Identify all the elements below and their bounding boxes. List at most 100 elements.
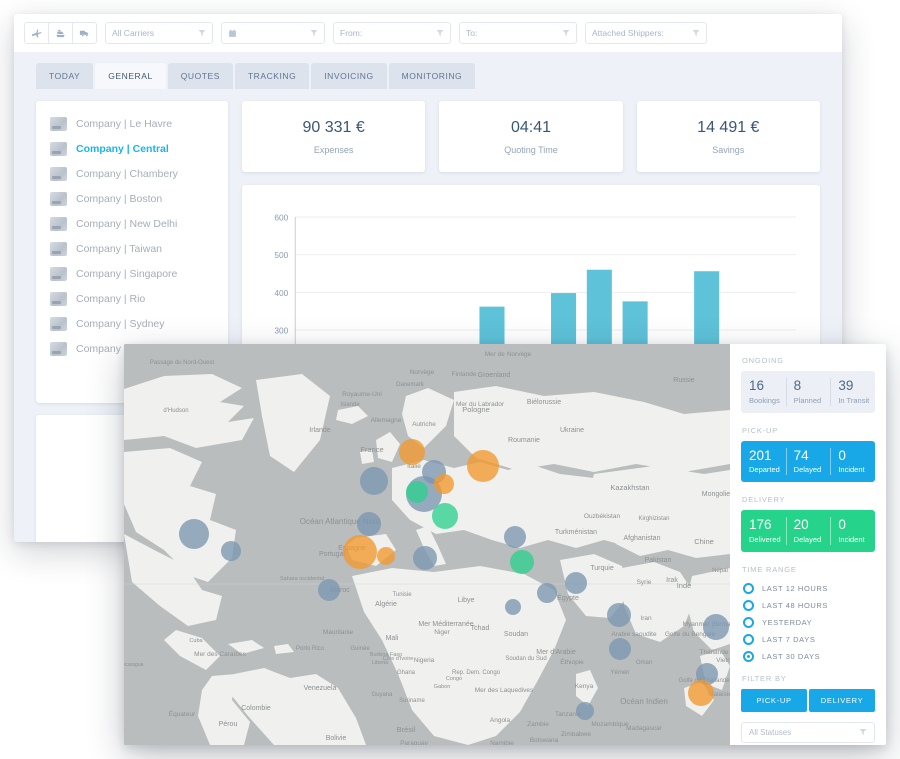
filter-button-delivery[interactable]: DELIVERY [809,689,875,712]
map-label: Biélorussie [527,399,561,406]
map-label: Turkménistan [555,529,597,536]
truck-icon-button[interactable] [72,22,97,44]
list-item[interactable]: Company | Chambery [36,161,228,186]
time-range-label: LAST 48 HOURS [762,601,828,610]
kpi-card: 04:41Quoting Time [439,101,622,172]
map-marker[interactable] [434,474,454,494]
time-range-label: LAST 7 DAYS [762,635,815,644]
funnel-icon [436,29,444,37]
map-marker[interactable] [467,450,499,482]
kpi-value: 04:41 [511,119,551,137]
map-marker[interactable] [504,526,526,548]
map-label: Soudan du Sud [505,656,546,662]
kpi-label: Expenses [314,145,354,155]
tab-monitoring[interactable]: MONITORING [389,63,476,89]
stat-cell: 0Incident [830,510,875,552]
map-marker[interactable] [377,547,395,565]
map-label: Syrie [637,579,652,586]
stat-cell: 176Delivered [741,510,786,552]
ship-icon-button[interactable] [48,22,73,44]
date-filter[interactable] [221,22,325,44]
map-marker[interactable] [221,541,241,561]
map-label: Océan Indien [620,697,668,706]
to-filter[interactable]: To: [459,22,577,44]
map-label: Zimbabwe [561,731,591,738]
time-range-title: TIME RANGE [742,565,875,574]
list-item[interactable]: Company | New Delhi [36,211,228,236]
screenshot-root: All Carriers From: To: Attached Shippers… [0,0,900,759]
list-item[interactable]: Company | Sydney [36,311,228,336]
tab-invoicing[interactable]: INVOICING [311,63,386,89]
map-marker[interactable] [413,546,437,570]
status-select-value: All Statuses [749,728,859,737]
radio-icon[interactable] [743,634,754,645]
time-range-option[interactable]: LAST 12 HOURS [741,580,875,597]
carriers-filter[interactable]: All Carriers [105,22,213,44]
map-marker[interactable] [607,603,631,627]
attached-shippers-filter[interactable]: Attached Shippers: [585,22,707,44]
world-map[interactable]: Passage du Nord-OuestGroenlandMer du Lab… [124,344,730,745]
ongoing-title: ONGOING [742,356,875,365]
tab-tracking[interactable]: TRACKING [235,63,309,89]
map-label: Suriname [399,698,425,704]
time-range-option[interactable]: LAST 48 HOURS [741,597,875,614]
map-label: Oman [636,660,652,666]
time-range-option[interactable]: LAST 7 DAYS [741,631,875,648]
tab-quotes[interactable]: QUOTES [168,63,233,89]
radio-icon[interactable] [743,600,754,611]
radio-icon[interactable] [743,583,754,594]
company-thumbnail-icon [50,342,67,356]
kpi-value: 14 491 € [697,119,759,137]
list-item[interactable]: Company | Rio [36,286,228,311]
map-label: Mali [386,635,399,642]
map-marker[interactable] [357,512,381,536]
stat-value: 20 [794,517,831,533]
map-marker[interactable] [688,680,714,706]
map-label: Ouzbékistan [584,513,621,520]
list-item[interactable]: Company | Singapore [36,261,228,286]
radio-icon[interactable] [743,651,754,662]
map-marker[interactable] [318,579,340,601]
tab-general[interactable]: GENERAL [95,63,165,89]
stat-cell: 8Planned [786,371,831,413]
map-label: Équateur [169,709,196,718]
map-label: Chine [694,537,714,546]
map-marker[interactable] [565,572,587,594]
map-marker[interactable] [399,439,425,465]
map-label: Passage du Nord-Ouest [150,360,215,366]
plane-icon-button[interactable] [24,22,49,44]
list-item[interactable]: Company | Central [36,136,228,161]
map-marker[interactable] [505,599,521,615]
map-marker[interactable] [703,614,729,640]
map-marker[interactable] [576,702,594,720]
stat-cell: 201Departed [741,441,786,483]
radio-icon[interactable] [743,617,754,628]
tab-today[interactable]: TODAY [36,63,93,89]
map-marker[interactable] [432,503,458,529]
company-name: Company | Sydney [76,318,165,330]
funnel-icon [859,728,867,736]
map-marker[interactable] [406,481,428,503]
time-range-option[interactable]: YESTERDAY [741,614,875,631]
map-marker[interactable] [360,467,388,495]
map-marker[interactable] [343,535,377,569]
map-label: Venezuela [304,685,337,692]
list-item[interactable]: Company | Le Havre [36,111,228,136]
list-item[interactable]: Company | Taiwan [36,236,228,261]
funnel-icon [198,29,206,37]
y-axis-tick: 600 [274,212,288,222]
time-range-option[interactable]: LAST 30 DAYS [741,648,875,665]
from-filter[interactable]: From: [333,22,451,44]
filter-button-pick-up[interactable]: PICK-UP [741,689,807,712]
map-marker[interactable] [510,550,534,574]
map-label: Yémen [610,670,629,676]
status-select[interactable]: All Statuses [741,722,875,743]
map-label: Niger [434,629,450,636]
map-marker[interactable] [537,583,557,603]
stat-value: 201 [749,448,786,464]
map-marker[interactable] [609,638,631,660]
map-label: Égypte [557,593,579,602]
map-label: Kazakhstan [610,483,649,492]
map-marker[interactable] [179,519,209,549]
list-item[interactable]: Company | Boston [36,186,228,211]
